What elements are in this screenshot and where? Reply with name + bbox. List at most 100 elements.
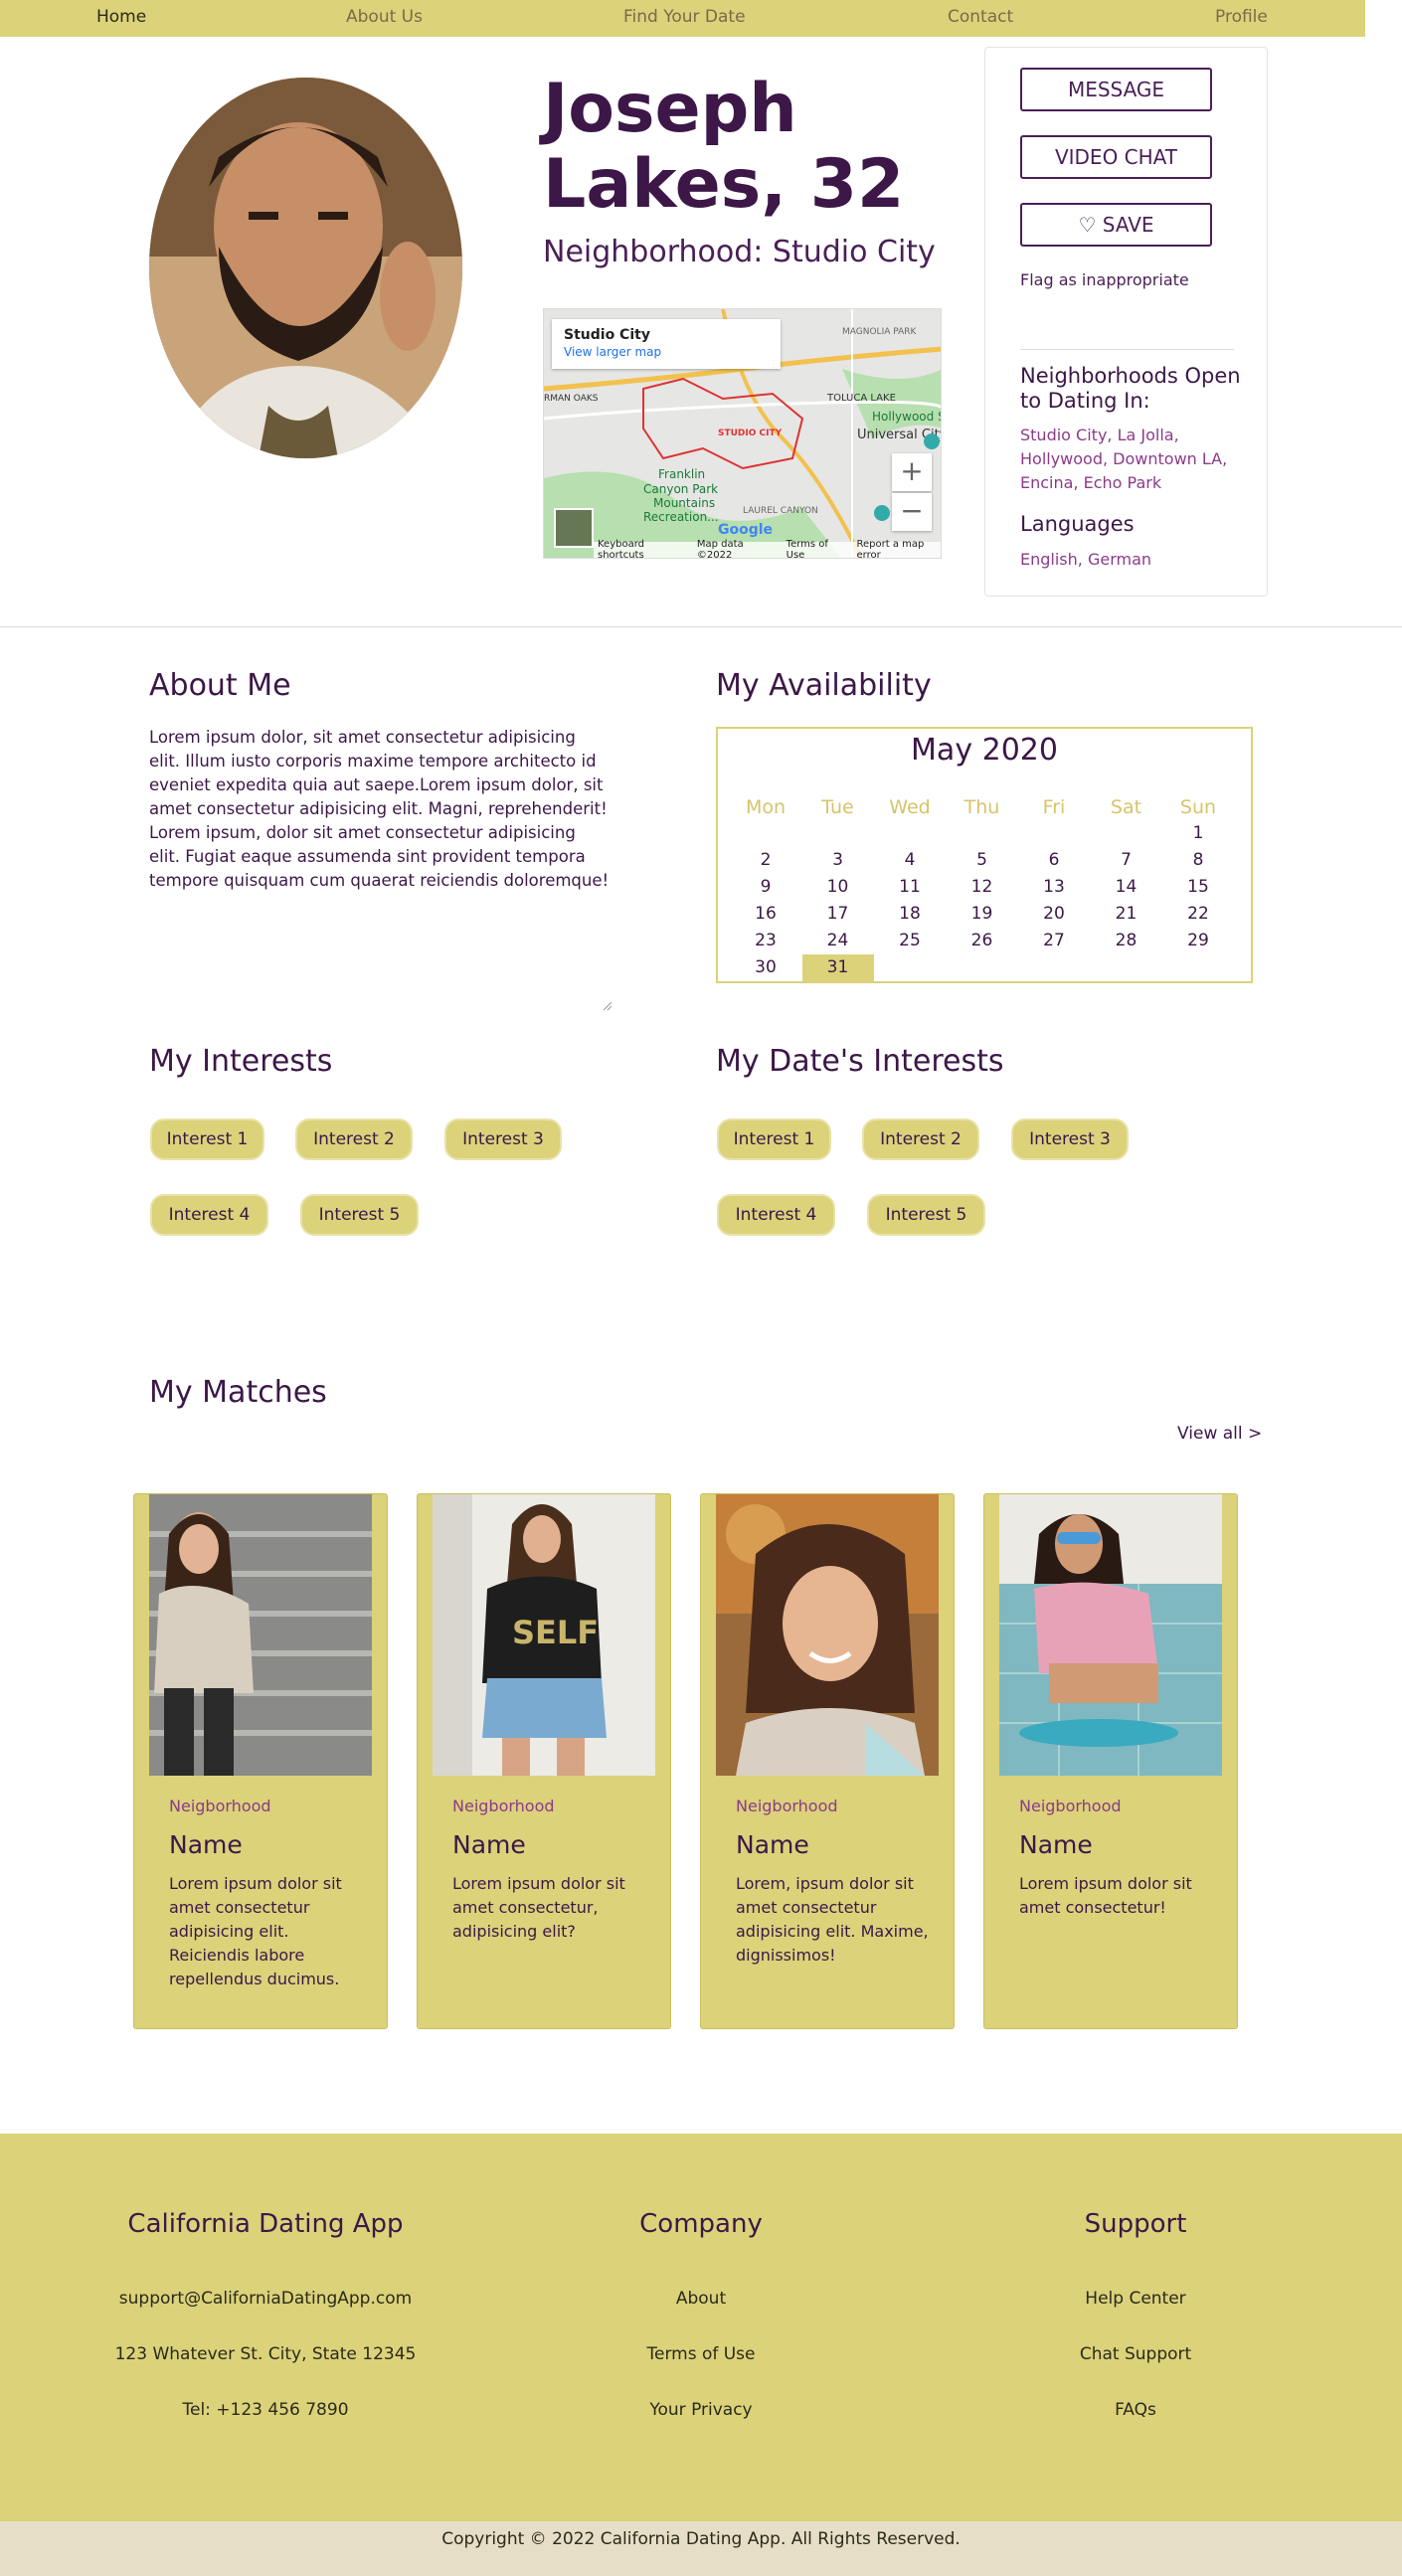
calendar-month: May 2020 — [718, 733, 1251, 768]
footer-heading: Support — [937, 2209, 1334, 2239]
map-terms[interactable]: Terms of Use — [787, 539, 843, 559]
svg-text:Canyon Park: Canyon Park — [643, 482, 718, 496]
calendar-day[interactable]: 20 — [1018, 901, 1090, 928]
nav-home[interactable]: Home — [96, 7, 146, 27]
view-larger-map-link[interactable]: View larger map — [564, 345, 769, 359]
footer-link-terms[interactable]: Terms of Use — [502, 2344, 900, 2364]
interest-chip[interactable]: Interest 5 — [300, 1194, 419, 1236]
profile-photo — [149, 78, 462, 458]
interest-chip[interactable]: Interest 3 — [444, 1118, 562, 1160]
footer-link-help-center[interactable]: Help Center — [937, 2289, 1334, 2309]
calendar-day[interactable]: 4 — [874, 847, 946, 874]
video-chat-button[interactable]: VIDEO CHAT — [1020, 135, 1212, 179]
calendar-day[interactable]: 16 — [730, 901, 801, 928]
calendar-day[interactable]: 22 — [1162, 901, 1234, 928]
nav-about-us[interactable]: About Us — [346, 7, 423, 27]
calendar-day[interactable]: 5 — [947, 847, 1018, 874]
neighborhood-map[interactable]: MAGNOLIA PARK TOLUCA LAKE Hollywood S Un… — [543, 308, 942, 559]
map-keyboard-shortcuts[interactable]: Keyboard shortcuts — [598, 539, 683, 559]
resize-handle-icon[interactable] — [601, 999, 613, 1011]
interest-chip[interactable]: Interest 4 — [150, 1194, 268, 1236]
about-text[interactable]: Lorem ipsum dolor, sit amet consectetur … — [149, 726, 612, 1014]
date-interest-chip[interactable]: Interest 2 — [862, 1118, 979, 1160]
footer-link-about[interactable]: About — [502, 2289, 900, 2309]
footer-link-privacy[interactable]: Your Privacy — [502, 2400, 900, 2420]
interests-heading: My Interests — [149, 1044, 332, 1079]
match-card[interactable]: Neigborhood Name Lorem, ipsum dolor sit … — [700, 1493, 955, 2029]
match-card[interactable]: Neigborhood Name Lorem ipsum dolor sit a… — [133, 1493, 388, 2029]
calendar-day[interactable]: 7 — [1091, 847, 1162, 874]
match-description: Lorem ipsum dolor sit amet consectetur a… — [169, 1872, 368, 1991]
footer-link-chat-support[interactable]: Chat Support — [937, 2344, 1334, 2364]
calendar-day[interactable]: 21 — [1091, 901, 1162, 928]
interest-chip[interactable]: Interest 1 — [150, 1118, 264, 1160]
profile-neighborhood: Neighborhood: Studio City — [543, 235, 936, 269]
calendar-day[interactable]: 12 — [947, 874, 1018, 901]
map-footer: Keyboard shortcuts Map data ©2022 Terms … — [594, 542, 941, 558]
google-logo: Google — [718, 522, 773, 538]
footer-address: 123 Whatever St. City, State 12345 — [67, 2344, 464, 2364]
save-button[interactable]: ♡ SAVE — [1020, 203, 1212, 247]
calendar-day[interactable]: 11 — [874, 874, 946, 901]
top-nav: Home About Us Find Your Date Contact Pro… — [0, 0, 1365, 37]
calendar-day[interactable]: 25 — [874, 928, 946, 954]
calendar-weekday: Sun — [1162, 796, 1234, 818]
calendar-day[interactable]: 9 — [730, 874, 801, 901]
section-divider — [0, 626, 1402, 627]
match-card[interactable]: Neigborhood Name Lorem ipsum dolor sit a… — [983, 1493, 1238, 2029]
calendar-day[interactable]: 2 — [730, 847, 801, 874]
availability-heading: My Availability — [716, 668, 932, 703]
date-interest-chip[interactable]: Interest 3 — [1011, 1118, 1129, 1160]
date-interest-chip[interactable]: Interest 5 — [867, 1194, 985, 1236]
calendar-day[interactable]: 1 — [1162, 820, 1234, 847]
calendar-day[interactable]: 10 — [802, 874, 874, 901]
calendar-weekday: Thu — [947, 796, 1018, 818]
date-interest-chip[interactable]: Interest 1 — [717, 1118, 831, 1160]
map-report-error[interactable]: Report a map error — [857, 539, 941, 559]
calendar-day[interactable]: 17 — [802, 901, 874, 928]
calendar-day[interactable]: 26 — [947, 928, 1018, 954]
calendar-weekday: Wed — [874, 796, 946, 818]
calendar-day[interactable]: 19 — [947, 901, 1018, 928]
calendar-day[interactable]: 8 — [1162, 847, 1234, 874]
languages-list: English, German — [1020, 548, 1244, 572]
interest-chip[interactable]: Interest 2 — [295, 1118, 413, 1160]
calendar-day[interactable]: 6 — [1018, 847, 1090, 874]
calendar-day[interactable]: 31 — [802, 954, 874, 981]
calendar-day[interactable]: 3 — [802, 847, 874, 874]
footer-link-faqs[interactable]: FAQs — [937, 2400, 1334, 2420]
footer-heading: Company — [502, 2209, 900, 2239]
match-neighborhood: Neigborhood — [169, 1797, 271, 1815]
calendar-day[interactable]: 29 — [1162, 928, 1234, 954]
calendar-day[interactable]: 13 — [1018, 874, 1090, 901]
map-zoom-in-button[interactable]: + — [892, 453, 932, 491]
calendar-day[interactable]: 28 — [1091, 928, 1162, 954]
nav-find-your-date[interactable]: Find Your Date — [623, 7, 746, 27]
calendar-day[interactable]: 30 — [730, 954, 801, 981]
match-neighborhood: Neigborhood — [736, 1797, 838, 1815]
map-satellite-toggle[interactable] — [554, 508, 594, 548]
calendar-day[interactable]: 18 — [874, 901, 946, 928]
footer-email-link[interactable]: support@CaliforniaDatingApp.com — [67, 2289, 464, 2309]
calendar-day[interactable]: 27 — [1018, 928, 1090, 954]
match-description: Lorem ipsum dolor sit amet consectetur! — [1019, 1872, 1218, 1920]
footer-phone[interactable]: Tel: +123 456 7890 — [67, 2400, 464, 2420]
nav-contact[interactable]: Contact — [948, 7, 1013, 27]
svg-text:Franklin: Franklin — [658, 467, 705, 481]
flag-inappropriate-link[interactable]: Flag as inappropriate — [1020, 270, 1189, 289]
message-button[interactable]: MESSAGE — [1020, 68, 1212, 111]
match-card[interactable]: SELF Neigborhood Name Lorem ipsum dolor … — [417, 1493, 671, 2029]
date-interest-chip[interactable]: Interest 4 — [717, 1194, 835, 1236]
match-photo: SELF — [433, 1494, 655, 1776]
calendar-day[interactable]: 24 — [802, 928, 874, 954]
footer-heading: California Dating App — [67, 2209, 464, 2239]
calendar-day[interactable]: 23 — [730, 928, 801, 954]
nav-profile[interactable]: Profile — [1215, 7, 1268, 27]
calendar-day[interactable]: 14 — [1091, 874, 1162, 901]
view-all-link[interactable]: View all > — [1177, 1424, 1262, 1444]
about-heading: About Me — [149, 668, 291, 703]
calendar-day[interactable]: 15 — [1162, 874, 1234, 901]
match-description: Lorem ipsum dolor sit amet consectetur, … — [452, 1872, 651, 1944]
languages-heading: Languages — [1020, 512, 1135, 537]
map-zoom-out-button[interactable]: − — [892, 493, 932, 531]
